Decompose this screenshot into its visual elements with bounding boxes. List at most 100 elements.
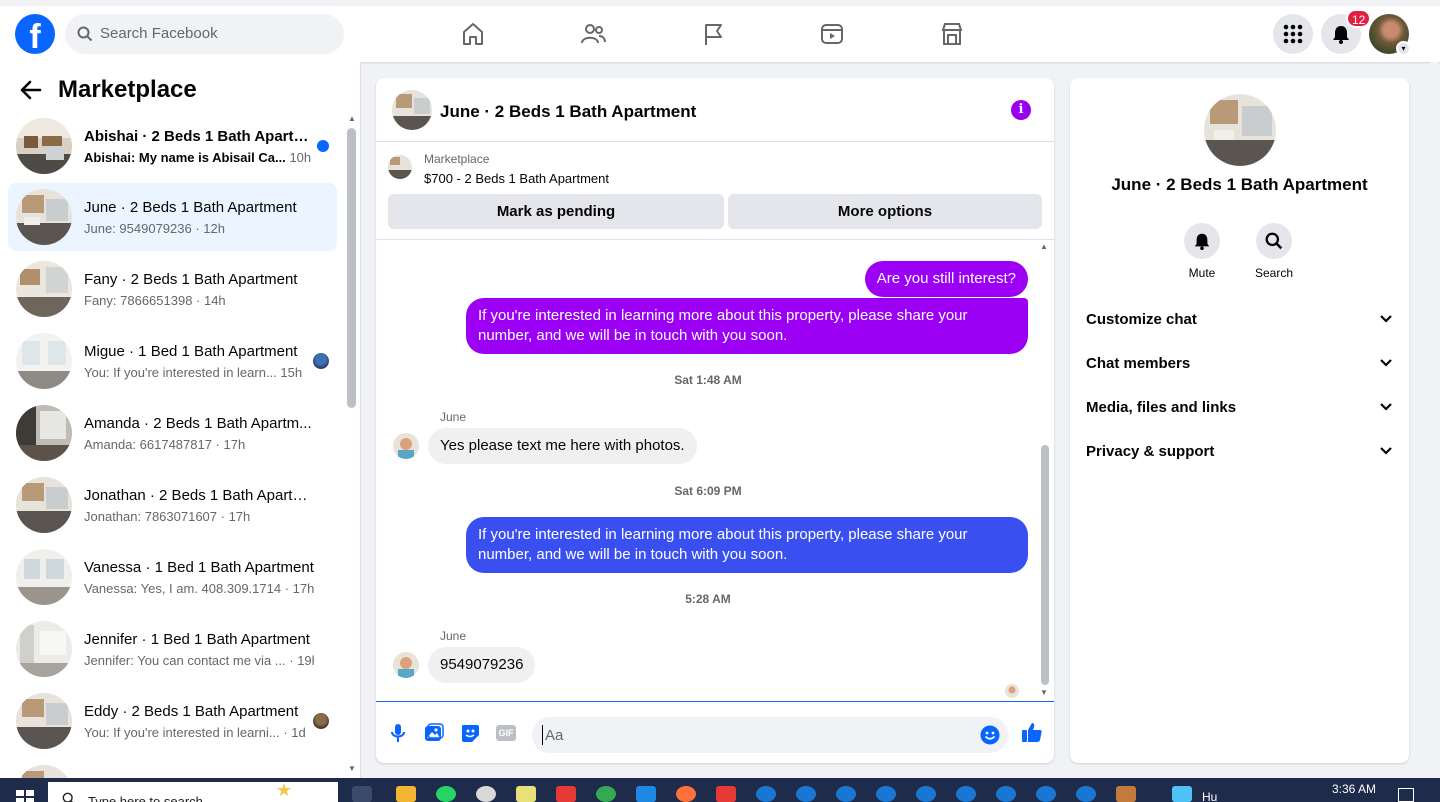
windows-taskbar: Type here to search ★ Hu 3:36 AM: [0, 778, 1440, 802]
notification-center-icon[interactable]: [1398, 788, 1414, 802]
privacy-support-row[interactable]: Privacy & support: [1086, 434, 1393, 470]
sidebar-title: Marketplace: [58, 76, 197, 103]
search-facebook-input[interactable]: Search Facebook: [65, 14, 344, 54]
scroll-up-arrow-icon[interactable]: ▲: [348, 114, 356, 123]
sender-avatar[interactable]: [393, 652, 419, 678]
sidebar-scrollbar[interactable]: [347, 128, 356, 408]
conversation-name: June · 2 Beds 1 Bath Apartment: [84, 199, 297, 216]
edge-icon[interactable]: [1036, 786, 1056, 802]
listing-thumbnail: [16, 333, 72, 389]
outgoing-message[interactable]: Are you still interest?: [864, 261, 1028, 297]
gif-icon[interactable]: GIF: [496, 723, 516, 743]
like-icon[interactable]: [1021, 721, 1043, 743]
video-icon[interactable]: [818, 20, 846, 48]
chat-scrollbar[interactable]: [1041, 445, 1049, 685]
sender-avatar[interactable]: [393, 433, 419, 459]
edge-icon[interactable]: [796, 786, 816, 802]
listing-thumbnail[interactable]: [388, 155, 412, 179]
edge-icon[interactable]: [996, 786, 1016, 802]
chevron-down-icon: [1380, 359, 1392, 367]
back-arrow-icon[interactable]: [20, 80, 42, 100]
anydesk-icon[interactable]: [556, 786, 576, 802]
search-in-chat-button[interactable]: Search: [1244, 223, 1304, 280]
conversation-item[interactable]: Eddy · 2 Beds 1 Bath Apartment You: If y…: [8, 687, 337, 755]
edge-icon[interactable]: [756, 786, 776, 802]
message-sender: June: [440, 629, 467, 643]
chevron-down-icon[interactable]: ▾: [1396, 41, 1411, 56]
clock-time[interactable]: 3:36 AM: [1332, 782, 1376, 796]
mute-button[interactable]: Mute: [1172, 223, 1232, 280]
conversation-item[interactable]: Migue · 1 Bed 1 Bath Apartment You: If y…: [8, 327, 337, 395]
page-scrollbar[interactable]: [1430, 62, 1438, 778]
mark-as-pending-button[interactable]: Mark as pending: [388, 194, 724, 229]
task-view-icon[interactable]: [352, 786, 372, 802]
friends-icon[interactable]: [579, 20, 607, 48]
conversation-item[interactable]: [8, 759, 337, 778]
facebook-logo-icon[interactable]: f: [15, 14, 55, 54]
message-input[interactable]: [542, 725, 962, 745]
app-icon[interactable]: [1116, 786, 1136, 802]
file-explorer-icon[interactable]: [396, 786, 416, 802]
chat-info-thumbnail[interactable]: [1204, 94, 1276, 166]
whatsapp-icon[interactable]: [436, 786, 456, 802]
home-icon[interactable]: [459, 20, 487, 48]
incoming-message[interactable]: 9549079236: [428, 647, 536, 683]
listing-thumbnail: [16, 189, 72, 245]
conversation-item[interactable]: June · 2 Beds 1 Bath Apartment June: 954…: [8, 183, 337, 251]
outgoing-message[interactable]: If you're interested in learning more ab…: [466, 517, 1028, 573]
firefox-icon[interactable]: [676, 786, 696, 802]
chevron-down-icon: [1380, 447, 1392, 455]
message-input-field[interactable]: [532, 717, 1008, 753]
edge-icon[interactable]: [876, 786, 896, 802]
edge-icon[interactable]: [836, 786, 856, 802]
search-label: Search: [1254, 266, 1294, 280]
chat-panel: June · 2 Beds 1 Bath Apartment i Marketp…: [376, 78, 1054, 763]
info-icon[interactable]: i: [1011, 100, 1031, 120]
notepad-icon[interactable]: [516, 786, 536, 802]
conversation-item[interactable]: Jennifer · 1 Bed 1 Bath Apartment Jennif…: [8, 615, 337, 683]
chat-thumbnail[interactable]: [392, 90, 432, 130]
conversation-item[interactable]: Amanda · 2 Beds 1 Bath Apartm... Amanda:…: [8, 399, 337, 467]
photo-icon[interactable]: [424, 723, 444, 743]
mute-label: Mute: [1188, 266, 1216, 280]
edge-icon[interactable]: [956, 786, 976, 802]
app-icon[interactable]: [716, 786, 736, 802]
incoming-message[interactable]: Yes please text me here with photos.: [428, 428, 697, 464]
conversation-item[interactable]: Vanessa · 1 Bed 1 Bath Apartment Vanessa…: [8, 543, 337, 611]
media-files-links-row[interactable]: Media, files and links: [1086, 390, 1393, 426]
scroll-down-arrow-icon[interactable]: ▼: [348, 764, 356, 773]
marketplace-icon[interactable]: [938, 20, 966, 48]
message-list: Are you still interest? If you're intere…: [376, 240, 1054, 702]
listing-thumbnail: [16, 477, 72, 533]
conversation-item[interactable]: Abishai · 2 Beds 1 Bath Apartm... Abisha…: [8, 112, 337, 180]
listing-thumbnail: [16, 693, 72, 749]
sticker-icon[interactable]: [460, 723, 480, 743]
paint-icon[interactable]: [476, 786, 496, 802]
conversation-item[interactable]: Fany · 2 Beds 1 Bath Apartment Fany: 786…: [8, 255, 337, 323]
listing-thumbnail: [16, 621, 72, 677]
weather-icon[interactable]: [1172, 786, 1192, 802]
scroll-up-arrow-icon[interactable]: ▲: [1040, 242, 1048, 251]
conversation-preview: You: If you're interested in learni... ·…: [84, 725, 306, 740]
more-options-button[interactable]: More options: [728, 194, 1042, 229]
microphone-icon[interactable]: [388, 723, 408, 743]
chrome-icon[interactable]: [596, 786, 616, 802]
emoji-icon[interactable]: [980, 725, 1000, 745]
chat-members-row[interactable]: Chat members: [1086, 346, 1393, 382]
outgoing-message[interactable]: If you're interested in learning more ab…: [466, 298, 1028, 354]
customize-chat-row[interactable]: Customize chat: [1086, 302, 1393, 338]
top-navigation-bar: f Search Facebook 12 ▾: [0, 0, 1440, 62]
conversation-item[interactable]: Jonathan · 2 Beds 1 Bath Apartm... Jonat…: [8, 471, 337, 539]
app-icon[interactable]: [636, 786, 656, 802]
conversation-preview: You: If you're interested in learn... 15…: [84, 365, 303, 380]
edge-icon[interactable]: [916, 786, 936, 802]
menu-grid-button[interactable]: [1273, 14, 1313, 54]
windows-start-icon[interactable]: [16, 790, 34, 802]
listing-thumbnail: [16, 405, 72, 461]
listing-title[interactable]: $700 - 2 Beds 1 Bath Apartment: [424, 171, 609, 186]
chat-title[interactable]: June · 2 Beds 1 Bath Apartment: [440, 102, 696, 122]
edge-icon[interactable]: [1076, 786, 1096, 802]
scroll-down-arrow-icon[interactable]: ▼: [1040, 688, 1048, 697]
taskbar-search-placeholder: Type here to search: [88, 794, 203, 802]
pages-flag-icon[interactable]: [699, 20, 727, 48]
